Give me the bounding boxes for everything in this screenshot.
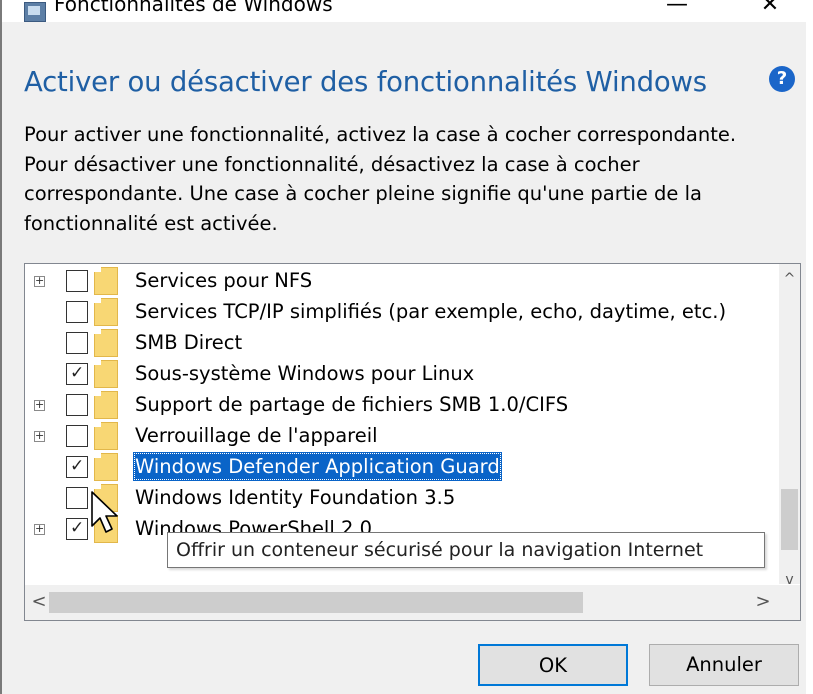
feature-row[interactable]: + Support de partage de fichiers SMB 1.0/…: [25, 390, 780, 421]
feature-row[interactable]: + Verrouillage de l'appareil: [25, 421, 780, 452]
close-icon: ✕: [760, 0, 780, 17]
scrollbar-corner: [779, 585, 800, 620]
feature-checkbox[interactable]: [66, 487, 88, 509]
title-bar[interactable]: Fonctionnalités de Windows — ✕: [2, 0, 806, 22]
vertical-scroll-thumb[interactable]: [781, 489, 798, 550]
feature-label[interactable]: SMB Direct: [133, 328, 244, 357]
close-button[interactable]: ✕: [750, 0, 790, 18]
feature-label[interactable]: Services TCP/IP simplifiés (par exemple,…: [133, 297, 728, 326]
feature-row[interactable]: Services TCP/IP simplifiés (par exemple,…: [25, 297, 780, 328]
horizontal-scrollbar[interactable]: < >: [25, 585, 780, 620]
ok-button[interactable]: OK: [478, 644, 628, 686]
window-icon: [24, 2, 46, 22]
feature-row[interactable]: ✓ Sous-système Windows pour Linux: [25, 359, 780, 390]
description-line: fonctionnalité est activée.: [24, 211, 278, 235]
description-line: Pour désactiver une fonctionnalité, désa…: [24, 152, 640, 176]
expand-icon[interactable]: +: [34, 399, 45, 411]
feature-label[interactable]: Windows Defender Application Guard: [133, 452, 502, 481]
feature-checkbox[interactable]: [66, 332, 88, 354]
feature-checkbox[interactable]: ✓: [66, 456, 88, 478]
folder-icon: [94, 391, 118, 419]
checkmark-icon: ✓: [70, 456, 85, 476]
folder-icon: [94, 422, 118, 450]
scroll-right-icon[interactable]: >: [753, 591, 773, 613]
horizontal-scroll-thumb[interactable]: [49, 592, 583, 613]
expand-icon[interactable]: +: [34, 430, 45, 442]
window-title: Fonctionnalités de Windows: [54, 0, 333, 16]
feature-label[interactable]: Sous-système Windows pour Linux: [133, 359, 476, 388]
feature-checkbox[interactable]: [66, 394, 88, 416]
help-icon[interactable]: ?: [769, 66, 795, 92]
minimize-button[interactable]: —: [657, 0, 697, 18]
expand-icon[interactable]: +: [34, 523, 45, 535]
features-dialog: Fonctionnalités de Windows — ✕ Activer o…: [0, 0, 806, 694]
feature-checkbox[interactable]: ✓: [66, 518, 88, 540]
feature-label[interactable]: Support de partage de fichiers SMB 1.0/C…: [133, 390, 570, 419]
description-line: Pour activer une fonctionnalité, activez…: [24, 123, 737, 146]
feature-label[interactable]: Verrouillage de l'appareil: [133, 421, 380, 450]
features-list: + Services pour NFS Services TCP/IP simpli…: [25, 266, 780, 545]
feature-checkbox[interactable]: [66, 270, 88, 292]
folder-icon: [94, 267, 118, 295]
description-line: correspondante. Une case à cocher pleine…: [24, 182, 702, 205]
minimize-icon: —: [666, 0, 688, 17]
feature-row[interactable]: + Services pour NFS: [25, 266, 780, 297]
tooltip: Offrir un conteneur sécurisé pour la nav…: [167, 532, 765, 568]
feature-checkbox[interactable]: ✓: [66, 363, 88, 385]
feature-label[interactable]: Windows Identity Foundation 3.5: [133, 483, 457, 512]
mouse-cursor-icon: [91, 491, 118, 533]
expand-icon[interactable]: +: [34, 275, 45, 287]
feature-checkbox[interactable]: [66, 301, 88, 323]
vertical-scrollbar[interactable]: ^ v: [779, 264, 800, 588]
scroll-left-icon[interactable]: <: [29, 591, 49, 613]
checkmark-icon: ✓: [70, 363, 85, 383]
description: Pour activer une fonctionnalité, activez…: [24, 120, 794, 238]
feature-row[interactable]: Windows Identity Foundation 3.5: [25, 483, 780, 514]
scroll-up-icon[interactable]: ^: [779, 269, 800, 289]
feature-row[interactable]: ✓ Windows Defender Application Guard: [25, 452, 780, 483]
feature-checkbox[interactable]: [66, 425, 88, 447]
folder-icon: [94, 360, 118, 388]
feature-label[interactable]: Services pour NFS: [133, 266, 314, 295]
checkmark-icon: ✓: [70, 518, 85, 538]
folder-icon: [94, 453, 118, 481]
feature-row[interactable]: SMB Direct: [25, 328, 780, 359]
folder-icon: [94, 298, 118, 326]
folder-icon: [94, 329, 118, 357]
page-title: Activer ou désactiver des fonctionnalité…: [24, 66, 707, 98]
cancel-button[interactable]: Annuler: [649, 644, 799, 686]
